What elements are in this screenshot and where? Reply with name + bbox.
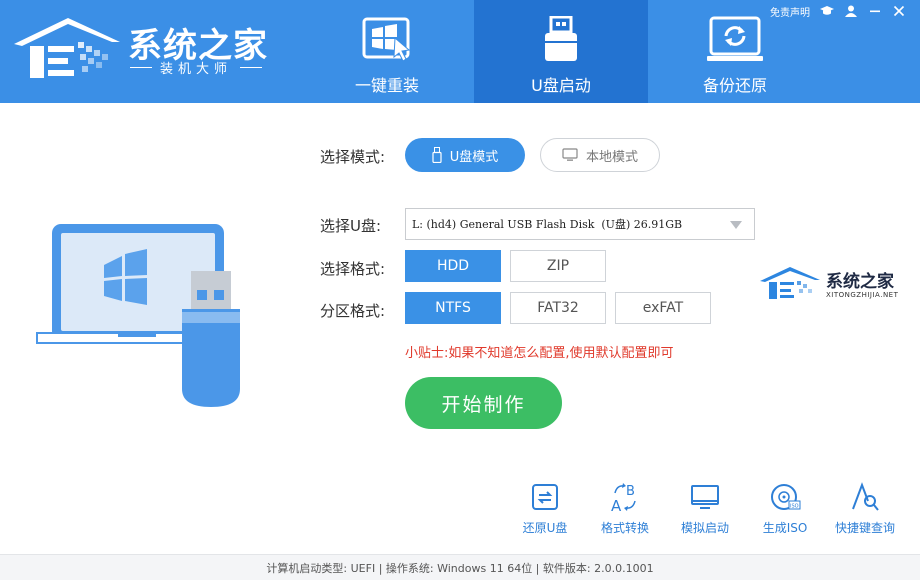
user-icon[interactable] bbox=[844, 4, 858, 18]
hotkey-search-icon bbox=[852, 482, 879, 511]
windows-install-icon bbox=[362, 17, 411, 62]
window-controls: 免责声明 bbox=[770, 3, 906, 19]
graduation-cap-icon[interactable] bbox=[820, 4, 834, 18]
svg-text:A: A bbox=[611, 497, 622, 513]
minimize-icon[interactable] bbox=[868, 4, 882, 18]
monitor-icon bbox=[562, 148, 578, 161]
format-zip-option[interactable]: ZIP bbox=[510, 250, 606, 282]
laptop-usb-illustration bbox=[36, 224, 240, 407]
tip-text: 小贴士:如果不知道怎么配置,使用默认配置即可 bbox=[405, 346, 674, 361]
partition-ntfs-option[interactable]: NTFS bbox=[405, 292, 501, 324]
tab-one-key-reinstall[interactable]: 一键重装 bbox=[300, 0, 474, 103]
chevron-down-icon[interactable] bbox=[730, 221, 742, 229]
tab-label: U盘启动 bbox=[531, 76, 591, 95]
tool-label: 模拟启动 bbox=[680, 521, 729, 535]
tab-label: 一键重装 bbox=[354, 76, 419, 95]
tool-label: 还原U盘 bbox=[522, 521, 568, 535]
status-text: 计算机启动类型: UEFI | 操作系统: Windows 11 64位 | 软… bbox=[266, 561, 654, 575]
svg-text:B: B bbox=[626, 484, 635, 499]
partition-fat32-option[interactable]: FAT32 bbox=[510, 292, 606, 324]
tab-usb-boot[interactable]: U盘启动 bbox=[474, 0, 648, 103]
app-logo: 系统之家 装机大师 bbox=[12, 12, 272, 84]
iso-disc-icon: ISO bbox=[771, 484, 801, 510]
house-logo-icon bbox=[760, 267, 820, 299]
format-hdd-option[interactable]: HDD bbox=[405, 250, 501, 282]
usb-disk-value: L: (hd4) General USB Flash Disk (U盘) 26.… bbox=[412, 218, 683, 231]
tool-restore-usb[interactable]: 还原U盘 bbox=[513, 481, 577, 541]
logo-subtitle: 装机大师 bbox=[130, 58, 270, 77]
simulate-boot-icon bbox=[691, 485, 719, 509]
tool-hotkey-query[interactable]: 快捷键查询 bbox=[833, 481, 897, 541]
disk-label: 选择U盘: bbox=[320, 217, 382, 235]
watermark-title: 系统之家 bbox=[826, 272, 894, 292]
tool-label: 快捷键查询 bbox=[834, 521, 895, 535]
usb-drive-icon bbox=[545, 16, 577, 61]
usb-disk-select[interactable]: L: (hd4) General USB Flash Disk (U盘) 26.… bbox=[405, 208, 755, 240]
status-bar: 计算机启动类型: UEFI | 操作系统: Windows 11 64位 | 软… bbox=[0, 554, 920, 580]
tool-simulate-boot[interactable]: 模拟启动 bbox=[673, 481, 737, 541]
header-bar: 系统之家 装机大师 一键重装 U盘启动 备份还原 免责声明 bbox=[0, 0, 920, 103]
format-label: 选择格式: bbox=[320, 260, 386, 278]
tool-label: 格式转换 bbox=[600, 521, 649, 535]
mode-label: 选择模式: bbox=[320, 148, 386, 166]
svg-text:ISO: ISO bbox=[790, 504, 799, 510]
format-convert-icon: A B bbox=[611, 483, 636, 513]
usb-mode-button[interactable]: U盘模式 bbox=[405, 138, 525, 172]
usb-stick-icon bbox=[432, 147, 442, 163]
disclaimer-link[interactable]: 免责声明 bbox=[770, 4, 810, 19]
partition-exfat-option[interactable]: exFAT bbox=[615, 292, 711, 324]
restore-usb-icon bbox=[532, 484, 558, 510]
main-content: 选择模式: U盘模式 本地模式 选择U盘: L: (hd4) General U… bbox=[0, 103, 920, 554]
backup-restore-icon bbox=[707, 16, 763, 61]
tool-make-iso[interactable]: ISO 生成ISO bbox=[753, 481, 817, 541]
local-mode-label: 本地模式 bbox=[585, 149, 638, 165]
partition-label: 分区格式: bbox=[320, 302, 386, 320]
close-icon[interactable] bbox=[892, 4, 906, 18]
local-mode-button[interactable]: 本地模式 bbox=[540, 138, 660, 172]
usb-mode-label: U盘模式 bbox=[449, 149, 499, 165]
tab-label: 备份还原 bbox=[702, 76, 767, 95]
watermark-logo: 系统之家 XITONGZHIJIA.NET bbox=[760, 265, 910, 305]
tool-label: 生成ISO bbox=[762, 521, 808, 535]
tool-format-convert[interactable]: A B 格式转换 bbox=[593, 481, 657, 541]
house-logo-icon bbox=[14, 18, 120, 78]
start-making-button[interactable]: 开始制作 bbox=[405, 377, 562, 429]
watermark-subtitle: XITONGZHIJIA.NET bbox=[826, 291, 899, 299]
